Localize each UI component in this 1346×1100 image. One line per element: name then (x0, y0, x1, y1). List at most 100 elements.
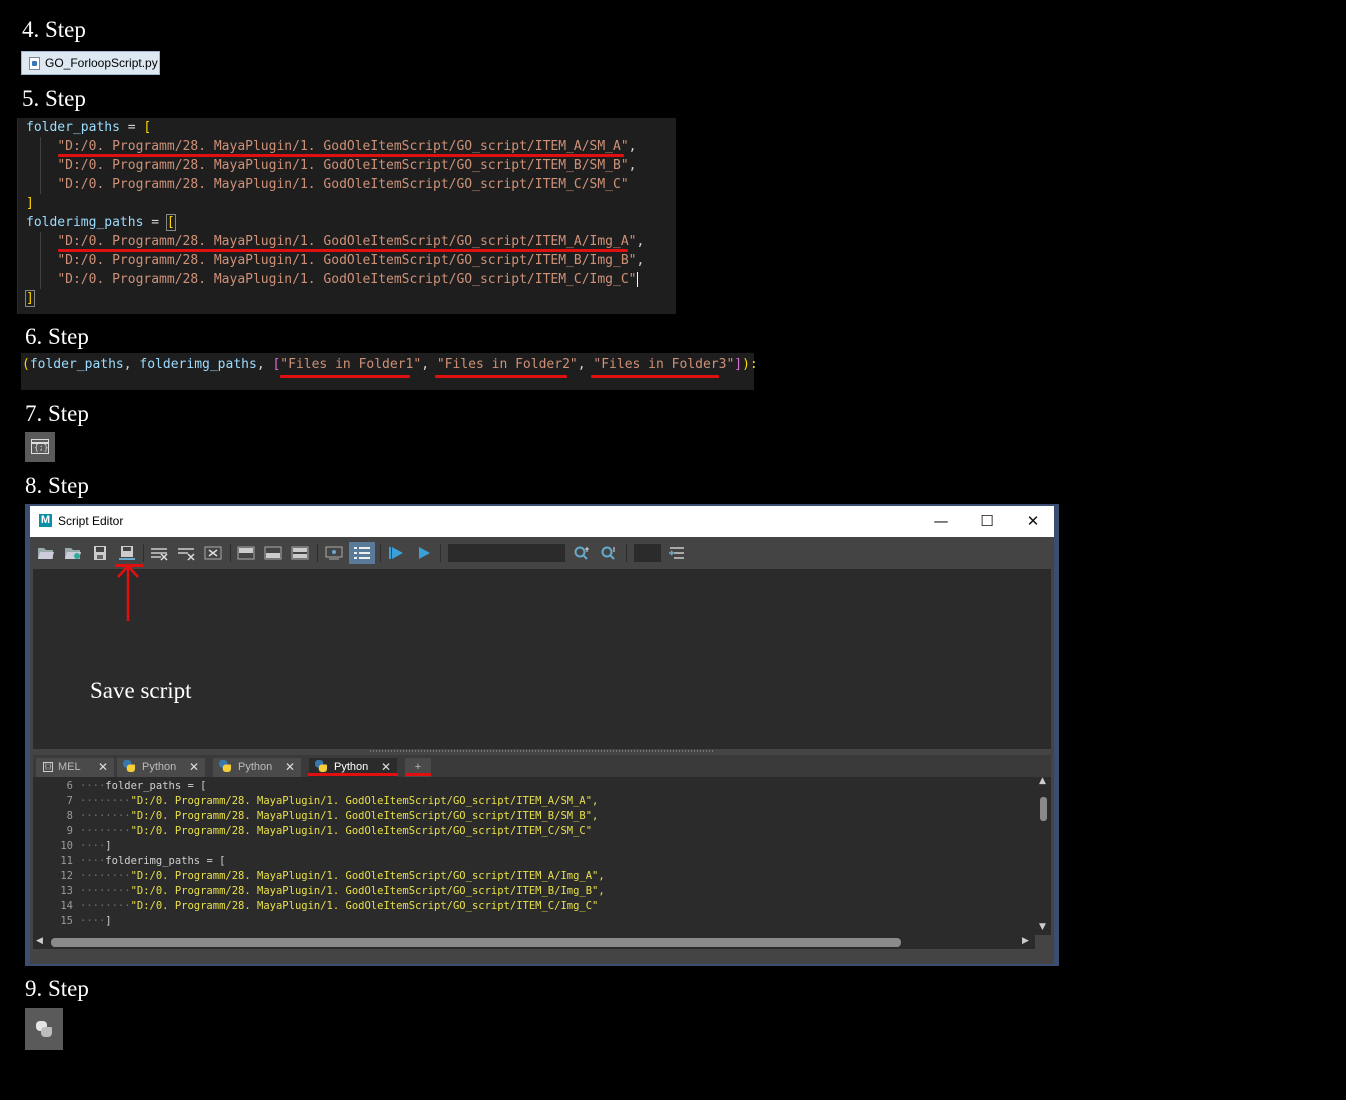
line-number: 7 (66, 795, 73, 807)
code-line: 14 ········"D:/0. Programm/28. MayaPlugin… (33, 899, 1033, 914)
clear-all-icon[interactable] (204, 545, 222, 561)
save-script-annotation: Save script (90, 678, 192, 703)
python-logo-icon[interactable] (25, 1008, 63, 1050)
code-line: 6 ····folder_paths = [ (33, 779, 1033, 794)
line-number: 12 (60, 870, 73, 882)
execute-icon[interactable] (415, 545, 433, 561)
goto-line-field[interactable] (634, 544, 661, 562)
title-bar: M Script Editor — ☐ ✕ (30, 506, 1054, 537)
code-line: 15 ····] (33, 914, 1033, 929)
highlight-underline-folder3 (591, 375, 719, 378)
show-input-icon[interactable] (264, 545, 282, 561)
echo-commands-icon[interactable] (325, 545, 343, 561)
scroll-left-icon[interactable]: ◀ (36, 936, 43, 946)
minimize-button[interactable]: — (930, 511, 952, 531)
goto-line-icon[interactable] (668, 545, 686, 561)
maya-logo-icon: M (39, 514, 52, 527)
highlight-underline-folder1 (280, 375, 410, 378)
mel-icon: {;} (43, 762, 53, 772)
path-img-c: "D:/0. Programm/28. MayaPlugin/1. GodOle… (57, 272, 637, 287)
tab-python-1[interactable]: Python ✕ (117, 758, 205, 777)
scroll-up-icon[interactable]: ▲ (1039, 777, 1046, 786)
highlight-underline-sm-a (58, 154, 624, 157)
python-icon (123, 760, 135, 772)
step-8-heading: 8. Step (25, 473, 89, 498)
line-number: 9 (66, 825, 73, 837)
show-both-icon[interactable] (291, 545, 309, 561)
script-tabs: {;} MEL ✕ Python ✕ Python ✕ Python ✕ + (33, 755, 1051, 777)
line-number: 14 (60, 900, 73, 912)
script-editor-screenshot: M Script Editor — ☐ ✕ Save script {;} ME… (25, 504, 1059, 966)
path-sm-a: "D:/0. Programm/28. MayaPlugin/1. GodOle… (57, 139, 629, 154)
toolbar (30, 537, 1054, 569)
close-tab-icon[interactable]: ✕ (285, 758, 295, 777)
pane-splitter[interactable] (370, 750, 714, 752)
search-previous-icon[interactable] (600, 545, 618, 561)
save-icon[interactable] (91, 545, 109, 561)
maximize-button[interactable]: ☐ (976, 511, 998, 531)
step-6-heading: 6. Step (25, 324, 89, 349)
python-file-icon (29, 56, 40, 70)
line-number: 8 (66, 810, 73, 822)
highlight-underline-img-a (58, 249, 628, 252)
search-next-icon[interactable] (573, 545, 591, 561)
code-line: 13 ········"D:/0. Programm/28. MayaPlugin… (33, 884, 1033, 899)
step-4-heading: 4. Step (22, 17, 86, 42)
tab-python-2[interactable]: Python ✕ (213, 758, 301, 777)
red-arrow-annotation (117, 564, 139, 621)
horizontal-scroll-thumb[interactable] (51, 938, 901, 947)
add-tab-highlight (405, 773, 431, 776)
path-img-a: "D:/0. Programm/28. MayaPlugin/1. GodOle… (57, 234, 637, 249)
line-number: 11 (60, 855, 73, 867)
code-line: 9 ········"D:/0. Programm/28. MayaPlugin/… (33, 824, 1033, 839)
source-script-icon[interactable] (64, 545, 82, 561)
label-folder2: "Files in Folder2" (436, 357, 578, 372)
label-folder1: "Files in Folder1" (280, 357, 422, 372)
python-icon (315, 760, 327, 772)
clear-input-icon[interactable] (177, 545, 195, 561)
line-number: 13 (60, 885, 73, 897)
line-number: 10 (60, 840, 73, 852)
vertical-scrollbar[interactable]: ▲ ▼ (1036, 777, 1050, 935)
active-tab-highlight (308, 773, 398, 776)
step-9-heading: 9. Step (25, 976, 89, 1001)
script-editor-icon[interactable]: {;} (25, 432, 55, 462)
code-line: 7 ········"D:/0. Programm/28. MayaPlugin/… (33, 794, 1033, 809)
search-field[interactable] (448, 544, 565, 562)
line-number: 15 (60, 915, 73, 927)
show-history-icon[interactable] (237, 545, 255, 561)
execute-all-icon[interactable] (388, 545, 406, 561)
line-number: 6 (66, 780, 73, 792)
save-button-highlight (115, 564, 143, 567)
close-tab-icon[interactable]: ✕ (98, 758, 108, 777)
code-snippet-paths: folder_paths = [ "D:/0. Programm/28. May… (17, 118, 676, 314)
path-sm-b: "D:/0. Programm/28. MayaPlugin/1. GodOle… (57, 158, 629, 173)
path-img-b: "D:/0. Programm/28. MayaPlugin/1. GodOle… (57, 253, 637, 268)
highlight-underline-folder2 (435, 375, 567, 378)
close-button[interactable]: ✕ (1022, 511, 1044, 531)
line-numbers-toggle[interactable] (349, 542, 375, 564)
vertical-scroll-thumb[interactable] (1040, 797, 1047, 821)
step-5-heading: 5. Step (22, 86, 86, 111)
history-output-pane[interactable]: Save script (33, 564, 1051, 749)
script-input-pane[interactable]: 6 ····folder_paths = [7 ········"D:/0. Pro… (33, 777, 1051, 935)
window-title: Script Editor (58, 514, 124, 528)
line-numbers-icon (354, 547, 370, 559)
save-script-to-shelf-icon[interactable] (118, 545, 136, 561)
code-line: 8 ········"D:/0. Programm/28. MayaPlugin/… (33, 809, 1033, 824)
step-7-heading: 7. Step (25, 401, 89, 426)
scroll-down-icon[interactable]: ▼ (1039, 922, 1046, 932)
open-script-icon[interactable] (37, 545, 55, 561)
clear-history-icon[interactable] (150, 545, 168, 561)
path-sm-c: "D:/0. Programm/28. MayaPlugin/1. GodOle… (57, 177, 629, 192)
code-line: 10 ····] (33, 839, 1033, 854)
scroll-right-icon[interactable]: ▶ (1022, 936, 1029, 946)
label-folder3: "Files in Folder3" (593, 357, 735, 372)
code-line: 11 ····folderimg_paths = [ (33, 854, 1033, 869)
tab-mel[interactable]: {;} MEL ✕ (36, 758, 114, 777)
close-tab-icon[interactable]: ✕ (189, 758, 199, 777)
script-file-button[interactable]: GO_ForloopScript.py (21, 51, 160, 75)
file-name-label: GO_ForloopScript.py (45, 56, 158, 70)
horizontal-scrollbar[interactable]: ◀ ▶ (33, 935, 1035, 949)
code-snippet-zip-args: (folder_paths, folderimg_paths, ["Files … (21, 353, 758, 390)
